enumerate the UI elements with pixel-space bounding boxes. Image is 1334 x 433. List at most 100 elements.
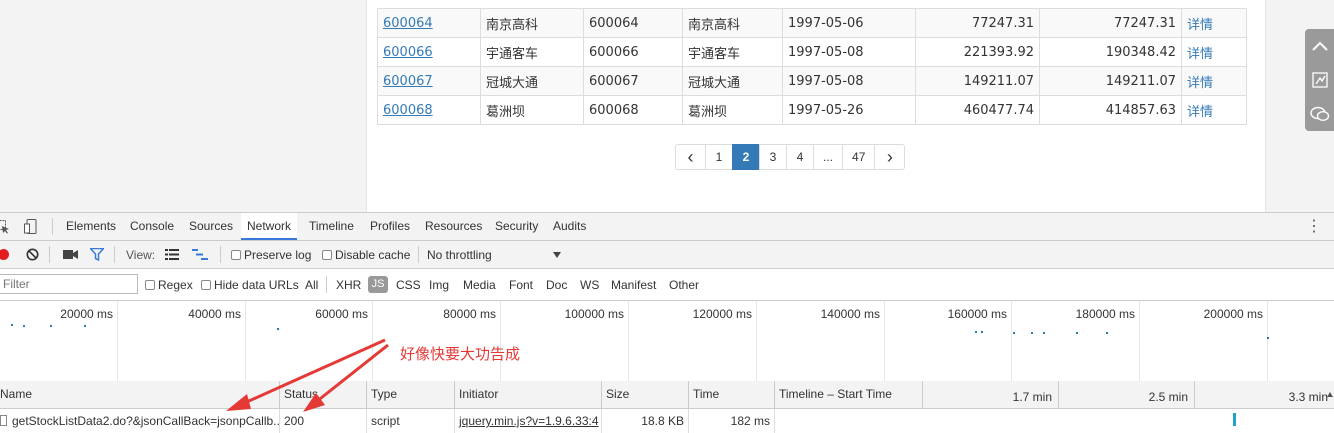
column-header-time[interactable]: Time [688,381,774,408]
overview-request-mark [1013,332,1015,334]
camera-icon[interactable] [63,249,78,263]
column-header-initiator[interactable]: Initiator [454,381,601,408]
overview-tick-label: 40000 ms [188,307,241,321]
stock-code-link[interactable]: 600064 [383,16,433,31]
filter-type-css[interactable]: CSS [396,278,421,292]
table-cell: 1997-05-08 [782,37,916,67]
overview-request-mark [1043,332,1045,334]
table-cell: 149211.07 [915,66,1040,96]
disable-cache-checkbox[interactable]: Disable cache [322,248,410,262]
detail-link[interactable]: 详情 [1187,105,1213,120]
filter-type-ws[interactable]: WS [580,278,599,292]
tab-sources[interactable]: Sources [189,213,233,240]
overview-gridline [628,301,629,381]
regex-checkbox[interactable]: Regex [145,278,193,292]
detail-link[interactable]: 详情 [1187,18,1213,33]
request-initiator-link[interactable]: jquery.min.js?v=1.9.6.33:4 [454,409,601,433]
filter-icon[interactable] [88,247,106,264]
request-status: 200 [279,409,367,433]
overview-request-mark [1031,332,1033,334]
filter-type-font[interactable]: Font [509,278,533,292]
table-cell: 600067 [377,66,481,96]
sort-arrow-icon[interactable] [1327,392,1333,397]
page-47-button[interactable]: 47 [842,144,876,170]
stock-code-link[interactable]: 600068 [383,103,433,118]
table-cell: 1997-05-08 [782,66,916,96]
filter-type-other[interactable]: Other [669,278,699,292]
throttling-value: No throttling [427,248,492,262]
table-cell: 190348.42 [1039,37,1182,67]
page-4-button[interactable]: 4 [786,144,814,170]
devtools-tab-bar: Elements Console Sources Network Timeline Pro… [0,213,1334,241]
tab-timeline[interactable]: Timeline [309,213,354,240]
tab-profiles[interactable]: Profiles [370,213,410,240]
tab-audits[interactable]: Audits [553,213,586,240]
large-rows-icon[interactable] [165,249,179,263]
wechat-icon[interactable] [1305,97,1334,131]
detail-link[interactable]: 详情 [1187,76,1213,91]
page-1-button[interactable]: 1 [705,144,733,170]
filter-type-img[interactable]: Img [429,278,449,292]
filter-type-manifest[interactable]: Manifest [611,278,656,292]
overview-gridline [756,301,757,381]
filter-type-xhr[interactable]: XHR [336,278,361,292]
filter-type-all[interactable]: All [305,278,318,292]
prev-page-button[interactable]: ‹ [675,144,706,170]
inspect-element-icon[interactable] [0,220,10,237]
detail-link[interactable]: 详情 [1187,47,1213,62]
table-cell: 600067 [583,66,683,96]
dropdown-arrow-icon[interactable] [553,252,561,258]
preserve-log-checkbox[interactable]: Preserve log [231,248,311,262]
column-header-status[interactable]: Status [279,381,367,408]
feedback-icon[interactable] [1305,63,1334,97]
tab-network[interactable]: Network [241,213,298,240]
table-cell: 冠城大通 [480,66,584,96]
request-size: 18.8 KB [601,409,688,433]
stock-code-link[interactable]: 600067 [383,74,433,89]
next-page-button[interactable]: › [874,144,906,170]
overview-gridline [500,301,501,381]
filter-type-js[interactable]: JS [368,276,388,293]
filter-type-media[interactable]: Media [463,278,496,292]
table-cell: 600068 [583,95,683,125]
tab-elements[interactable]: Elements [66,213,116,240]
device-mode-icon[interactable] [24,219,38,238]
tab-resources[interactable]: Resources [425,213,482,240]
more-options-icon[interactable]: ⋮ [1306,213,1322,240]
table-cell: 详情 [1181,8,1247,38]
table-row: 600064 南京高科 600064 南京高科 1997-05-06 77247.31 77… [377,8,1247,38]
record-icon[interactable] [0,249,9,260]
timeline-tick-label: 3.3 min [1194,381,1334,408]
overview-request-mark [50,325,52,327]
column-header-name[interactable]: Name [0,381,278,408]
back-to-top-icon[interactable] [1305,29,1334,63]
overview-tick-label: 120000 ms [692,307,752,321]
regex-label: Regex [158,278,193,292]
overview-gridline [245,301,246,381]
filter-type-doc[interactable]: Doc [546,278,567,292]
page-2-button[interactable]: 2 [732,144,760,170]
waterfall-overview-icon[interactable] [192,249,208,263]
table-cell: 600068 [377,95,481,125]
request-name[interactable]: getStockListData2.do?&jsonCallBack=jsonp… [8,409,279,433]
table-cell: 600064 [377,8,481,38]
table-cell: 1997-05-26 [782,95,916,125]
clear-icon[interactable] [26,248,39,264]
hide-data-urls-checkbox[interactable]: Hide data URLs [201,278,299,292]
table-cell: 600064 [583,8,683,38]
table-cell: 葛洲坝 [682,95,783,125]
tab-security[interactable]: Security [495,213,538,240]
column-header-type[interactable]: Type [366,381,454,408]
column-header-size[interactable]: Size [601,381,688,408]
request-row[interactable]: getStockListData2.do?&jsonCallBack=jsonp… [0,409,1334,433]
page-3-button[interactable]: 3 [759,144,787,170]
filter-input[interactable] [0,274,138,294]
overview-tick-label: 200000 ms [1203,307,1263,321]
table-cell: 1997-05-06 [782,8,916,38]
stock-code-link[interactable]: 600066 [383,45,433,60]
overview-tick-label: 160000 ms [947,307,1007,321]
overview-tick-label: 80000 ms [443,307,496,321]
throttling-select[interactable]: No throttling [427,248,492,262]
toolbar-divider [220,246,221,263]
tab-console[interactable]: Console [130,213,174,240]
